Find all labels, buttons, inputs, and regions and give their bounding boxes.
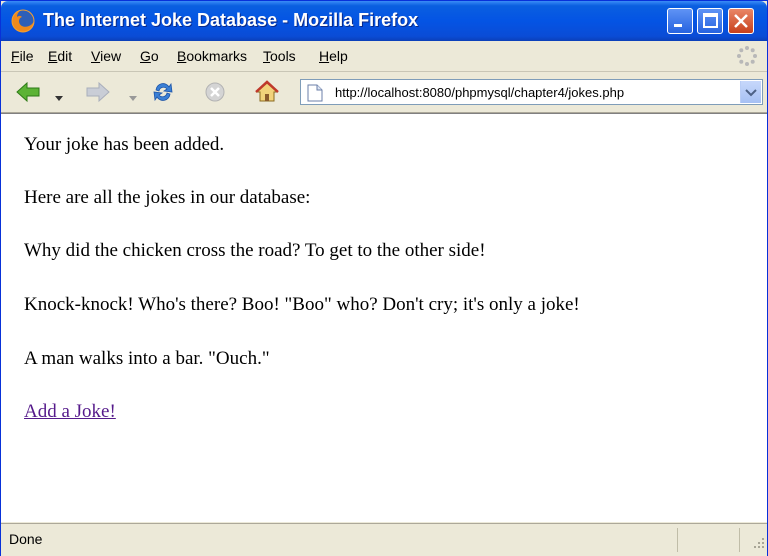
reload-button[interactable] bbox=[151, 80, 175, 109]
back-arrow-icon bbox=[16, 81, 40, 103]
status-text: Done bbox=[9, 531, 43, 547]
url-text: http://localhost:8080/phpmysql/chapter4/… bbox=[335, 85, 625, 100]
home-icon bbox=[255, 80, 279, 102]
joke-item: Knock-knock! Who's there? Boo! "Boo" who… bbox=[24, 294, 580, 315]
resize-grip-icon[interactable] bbox=[751, 535, 765, 554]
throbber-icon bbox=[736, 45, 758, 67]
forward-button[interactable] bbox=[85, 81, 111, 108]
status-divider bbox=[677, 528, 678, 552]
page-icon bbox=[307, 84, 323, 107]
stop-icon bbox=[205, 82, 225, 102]
menu-edit[interactable]: Edit bbox=[48, 48, 72, 64]
maximize-icon bbox=[703, 13, 718, 28]
firefox-logo-icon bbox=[11, 9, 35, 33]
forward-arrow-icon bbox=[86, 81, 110, 103]
browser-window: The Internet Joke Database - Mozilla Fir… bbox=[0, 0, 768, 556]
menu-tools[interactable]: Tools bbox=[263, 48, 296, 64]
confirmation-message: Your joke has been added. bbox=[24, 134, 225, 155]
menu-view[interactable]: View bbox=[91, 48, 121, 64]
reload-icon bbox=[153, 82, 173, 102]
joke-item: A man walks into a bar. "Ouch." bbox=[24, 348, 270, 369]
close-icon bbox=[734, 14, 748, 28]
back-button[interactable] bbox=[15, 81, 41, 108]
page-content: Your joke has been added. Here are all t… bbox=[1, 113, 767, 522]
minimize-icon bbox=[674, 24, 682, 27]
minimize-button[interactable] bbox=[667, 8, 693, 34]
home-button[interactable] bbox=[255, 80, 279, 109]
forward-history-dropdown[interactable] bbox=[129, 89, 137, 107]
back-history-dropdown[interactable] bbox=[55, 89, 63, 107]
dropdown-arrow-icon bbox=[55, 96, 63, 101]
joke-item: Why did the chicken cross the road? To g… bbox=[24, 240, 486, 261]
status-bar: Done bbox=[1, 523, 767, 556]
navigation-toolbar: http://localhost:8080/phpmysql/chapter4/… bbox=[1, 72, 767, 113]
close-button[interactable] bbox=[728, 8, 754, 34]
add-joke-link[interactable]: Add a Joke! bbox=[24, 401, 116, 423]
status-divider bbox=[739, 528, 740, 552]
maximize-button[interactable] bbox=[697, 8, 723, 34]
url-dropdown-button[interactable] bbox=[740, 81, 761, 103]
jokes-intro: Here are all the jokes in our database: bbox=[24, 187, 311, 208]
menu-file[interactable]: File bbox=[11, 48, 34, 64]
menu-help[interactable]: Help bbox=[319, 48, 348, 64]
menu-bookmarks[interactable]: Bookmarks bbox=[177, 48, 247, 64]
menu-bar: File Edit View Go Bookmarks Tools Help bbox=[1, 41, 767, 72]
window-title: The Internet Joke Database - Mozilla Fir… bbox=[43, 10, 419, 30]
address-bar[interactable]: http://localhost:8080/phpmysql/chapter4/… bbox=[300, 79, 763, 105]
stop-button[interactable] bbox=[204, 81, 226, 108]
title-bar[interactable]: The Internet Joke Database - Mozilla Fir… bbox=[1, 1, 767, 41]
dropdown-arrow-icon bbox=[745, 89, 757, 97]
menu-go[interactable]: Go bbox=[140, 48, 159, 64]
dropdown-arrow-icon bbox=[129, 96, 137, 101]
